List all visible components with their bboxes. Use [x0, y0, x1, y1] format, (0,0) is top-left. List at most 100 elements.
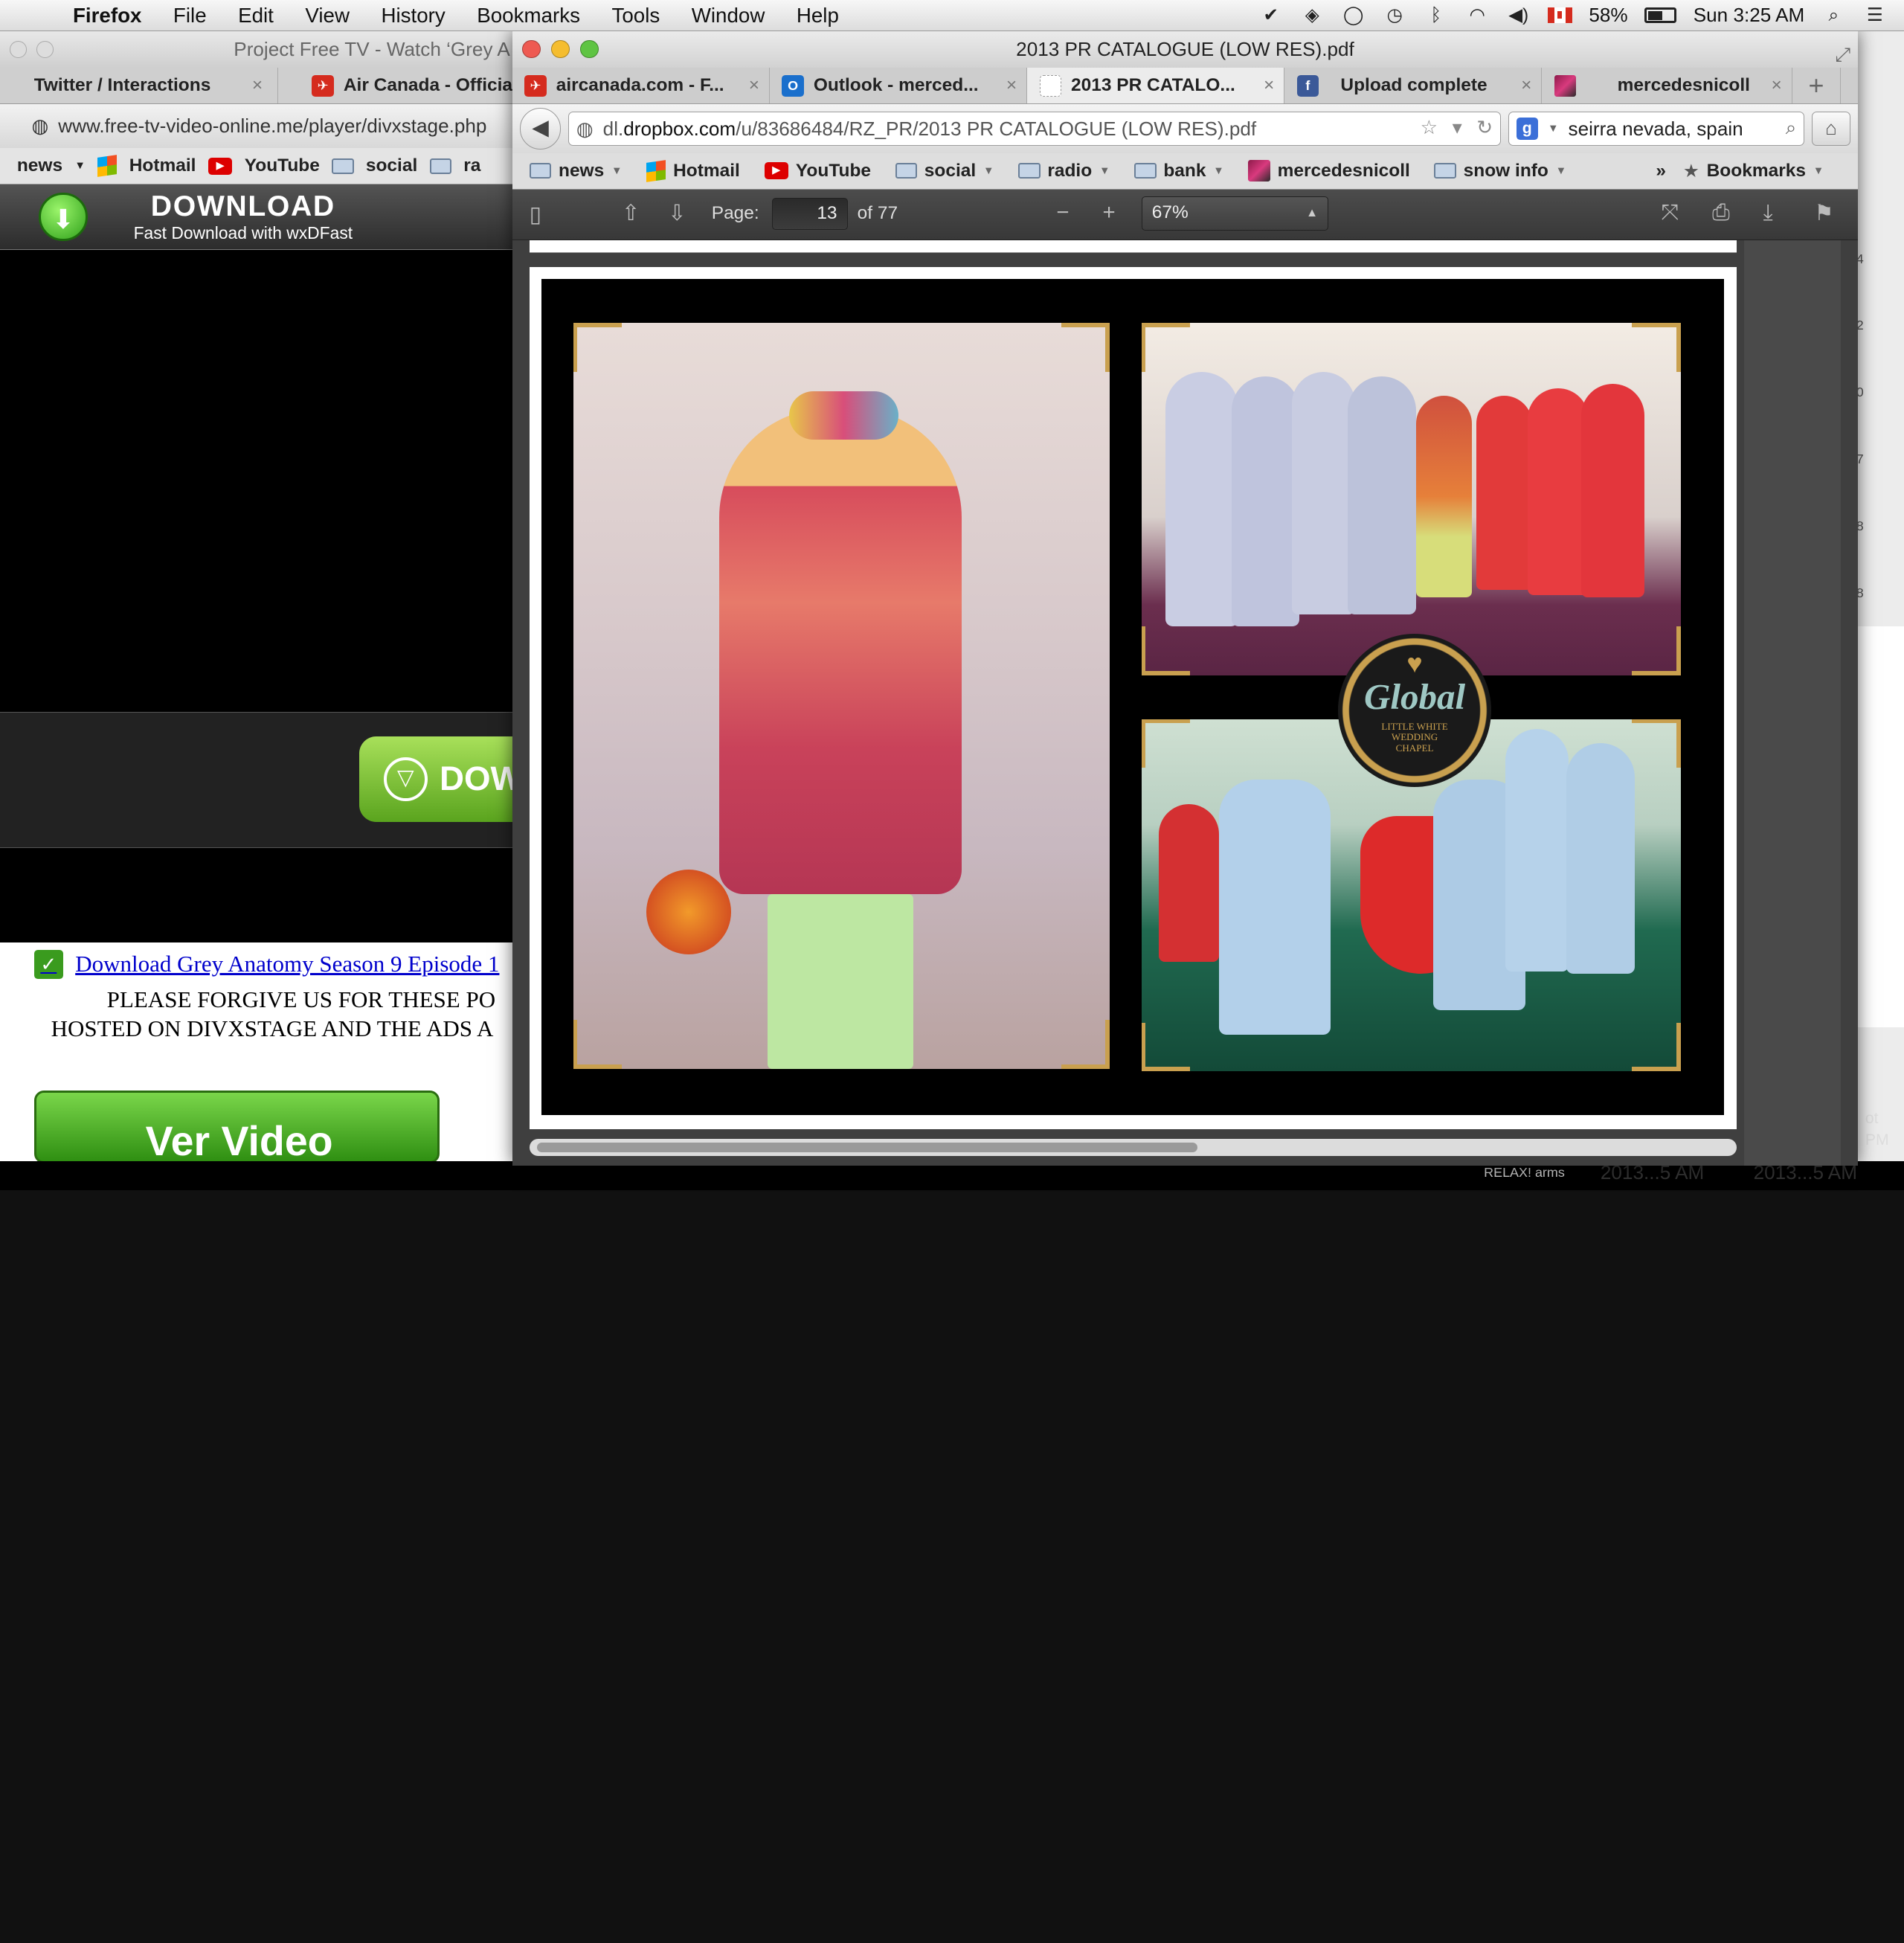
bookmark-radio[interactable]: radio ▼	[1018, 161, 1110, 182]
folder-icon	[895, 163, 918, 179]
menu-history[interactable]: History	[381, 4, 445, 28]
background-browser-window[interactable]: Project Free TV - Watch ‘Grey A Twitter …	[0, 31, 535, 1161]
menu-tools[interactable]: Tools	[611, 4, 660, 28]
viewer-gutter	[1743, 240, 1842, 1166]
canada-flag-icon[interactable]	[1547, 7, 1572, 24]
menu-window[interactable]: Window	[692, 4, 765, 28]
episode-download-link[interactable]: ✓ Download Grey Anatomy Season 9 Episode …	[33, 949, 499, 979]
pdf-viewer[interactable]: ♥ Global LITTLE WHITE WEDDING CHAPEL	[512, 240, 1859, 1166]
menu-view[interactable]: View	[305, 4, 350, 28]
zoom-select[interactable]: 67%▲▼	[1141, 196, 1329, 251]
search-icon[interactable]: ⌕	[1786, 116, 1797, 140]
notification-center-icon[interactable]: ☰	[1863, 4, 1888, 26]
battery-icon[interactable]	[1644, 7, 1676, 24]
bookmark-ribbon-icon[interactable]: ⚑	[1814, 200, 1833, 226]
close-tab-icon[interactable]: ×	[1521, 75, 1531, 96]
bookmark-hotmail[interactable]: Hotmail	[646, 159, 740, 182]
zoom-out-icon[interactable]: −	[1056, 200, 1069, 225]
bookmark-youtube[interactable]: ▶ YouTube	[764, 161, 871, 182]
shield-check-icon[interactable]: ✔	[1258, 4, 1283, 26]
back-window-titlebar[interactable]: Project Free TV - Watch ‘Grey A	[0, 31, 535, 68]
star-icon: ★	[1682, 161, 1699, 182]
chevron-more-icon[interactable]: »	[1656, 161, 1666, 182]
zoom-in-icon[interactable]: +	[1102, 200, 1115, 225]
firefox-window[interactable]: 2013 PR CATALOGUE (LOW RES).pdf ⤢ ✈ airca…	[512, 31, 1859, 1166]
bookmark-mercedesnicoll[interactable]: mercedesnicoll	[1248, 159, 1410, 182]
desktop-file-label[interactable]: RELAX! arms	[1484, 1165, 1565, 1181]
next-page-icon[interactable]: ⇩	[668, 200, 686, 226]
menu-firefox[interactable]: Firefox	[73, 4, 142, 28]
print-icon[interactable]: ⎙	[1712, 200, 1730, 225]
bookmark-social[interactable]: social	[366, 155, 417, 176]
tab-label: mercedesnicoll	[1617, 75, 1750, 96]
chat-bubble-icon[interactable]: ◯	[1341, 4, 1366, 26]
bookmark-hotmail[interactable]: Hotmail	[129, 155, 196, 176]
wifi-icon[interactable]: ◠	[1465, 4, 1490, 26]
bookmark-news[interactable]: news ▼	[529, 161, 623, 182]
bookmark-star-icon[interactable]: ☆	[1421, 116, 1438, 139]
volume-icon[interactable]: ◀)	[1506, 4, 1531, 26]
chevron-down-icon[interactable]: ▼	[1548, 123, 1559, 135]
ver-video-button[interactable]: Ver Video	[33, 1091, 440, 1161]
close-tab-icon[interactable]: ×	[1264, 75, 1274, 96]
tab-pdf-catalogue[interactable]: 2013 PR CATALO... ×	[1027, 68, 1285, 104]
reload-icon[interactable]: ↻	[1476, 116, 1493, 139]
back-window-url[interactable]: ◍ www.free-tv-video-online.me/player/divx…	[0, 104, 535, 149]
close-tab-icon[interactable]: ×	[749, 75, 759, 96]
figure-groomsman	[1292, 371, 1356, 615]
bookmark-ra[interactable]: ra	[463, 155, 480, 176]
sidebar-toggle-icon[interactable]: ▯	[530, 202, 541, 228]
back-window-traffic-lights	[10, 41, 54, 59]
tab-label: Outlook - merced...	[813, 75, 979, 96]
spotlight-search-icon[interactable]: ⌕	[1821, 4, 1846, 26]
home-button[interactable]: ⌂	[1811, 112, 1851, 146]
menu-help[interactable]: Help	[797, 4, 839, 28]
presentation-mode-icon[interactable]: ⤧	[1662, 200, 1679, 225]
tab-aircanada[interactable]: ✈ aircanada.com - F... ×	[512, 68, 771, 104]
download-icon[interactable]: ⤓	[1763, 200, 1773, 225]
previous-page-icon[interactable]: ⇧	[622, 200, 640, 226]
menu-edit[interactable]: Edit	[238, 4, 274, 28]
tab-mercedesnicoll[interactable]: mercedesnicoll ×	[1542, 68, 1792, 104]
dropdown-arrow-icon[interactable]: ▾	[1453, 116, 1462, 139]
bookmark-bank[interactable]: bank ▼	[1134, 161, 1224, 182]
tab-label: aircanada.com - F...	[556, 75, 724, 96]
close-icon[interactable]: ×	[252, 75, 263, 96]
close-window-button[interactable]	[522, 39, 541, 59]
bookmark-news[interactable]: news	[17, 155, 62, 176]
url-bar[interactable]: ◍ dl. dropbox.com/u/83686484/RZ_PR/2013 P…	[568, 112, 1501, 146]
tab-twitter[interactable]: Twitter / Interactions ×	[0, 68, 278, 104]
window-titlebar[interactable]: 2013 PR CATALOGUE (LOW RES).pdf ⤢	[512, 31, 1859, 68]
horizontal-scrollbar[interactable]	[529, 1139, 1737, 1157]
bluetooth-icon[interactable]: ᛒ	[1424, 4, 1448, 26]
clock[interactable]: Sun 3:25 AM	[1694, 4, 1805, 27]
close-tab-icon[interactable]: ×	[1006, 75, 1017, 96]
right-background-window[interactable]: 4 2 0 7 8 8	[1855, 31, 1904, 1186]
tab-air-canada[interactable]: ✈ Air Canada - Official W	[278, 68, 534, 103]
page-number-input[interactable]: 13	[772, 198, 848, 230]
bookmark-snow-info[interactable]: snow info ▼	[1434, 161, 1566, 182]
bookmarks-menu-button[interactable]: ★ Bookmarks ▼	[1683, 160, 1824, 182]
tab-outlook[interactable]: O Outlook - merced... ×	[770, 68, 1028, 104]
plus-icon: +	[1808, 70, 1824, 101]
search-bar[interactable]: g ▼ seirra nevada, spain ⌕	[1508, 112, 1805, 146]
scrollbar-thumb[interactable]	[536, 1143, 1197, 1153]
google-icon[interactable]: g	[1516, 118, 1538, 140]
back-button[interactable]: ◀	[519, 108, 562, 150]
close-tab-icon[interactable]: ×	[1771, 75, 1781, 96]
dropbox-icon[interactable]: ◈	[1300, 4, 1325, 26]
mercedesnicoll-icon	[1248, 159, 1270, 182]
bookmark-social[interactable]: social ▼	[895, 161, 994, 182]
video-player-area[interactable]	[0, 250, 535, 712]
bookmark-youtube[interactable]: YouTube	[245, 155, 320, 176]
minimize-window-button[interactable]	[551, 39, 570, 59]
tab-upload-complete[interactable]: f Upload complete ×	[1284, 68, 1543, 104]
time-machine-icon[interactable]: ◷	[1383, 4, 1407, 26]
download-button[interactable]: ▽ DOW	[359, 736, 535, 822]
menu-file[interactable]: File	[173, 4, 207, 28]
zoom-window-button[interactable]	[580, 39, 599, 59]
url-domain: dropbox.com	[623, 117, 736, 140]
menu-bookmarks[interactable]: Bookmarks	[477, 4, 580, 28]
download-banner[interactable]: ⬇ DOWNLOAD Fast Download with wxDFast	[0, 184, 535, 251]
new-tab-button[interactable]: +	[1792, 68, 1842, 104]
